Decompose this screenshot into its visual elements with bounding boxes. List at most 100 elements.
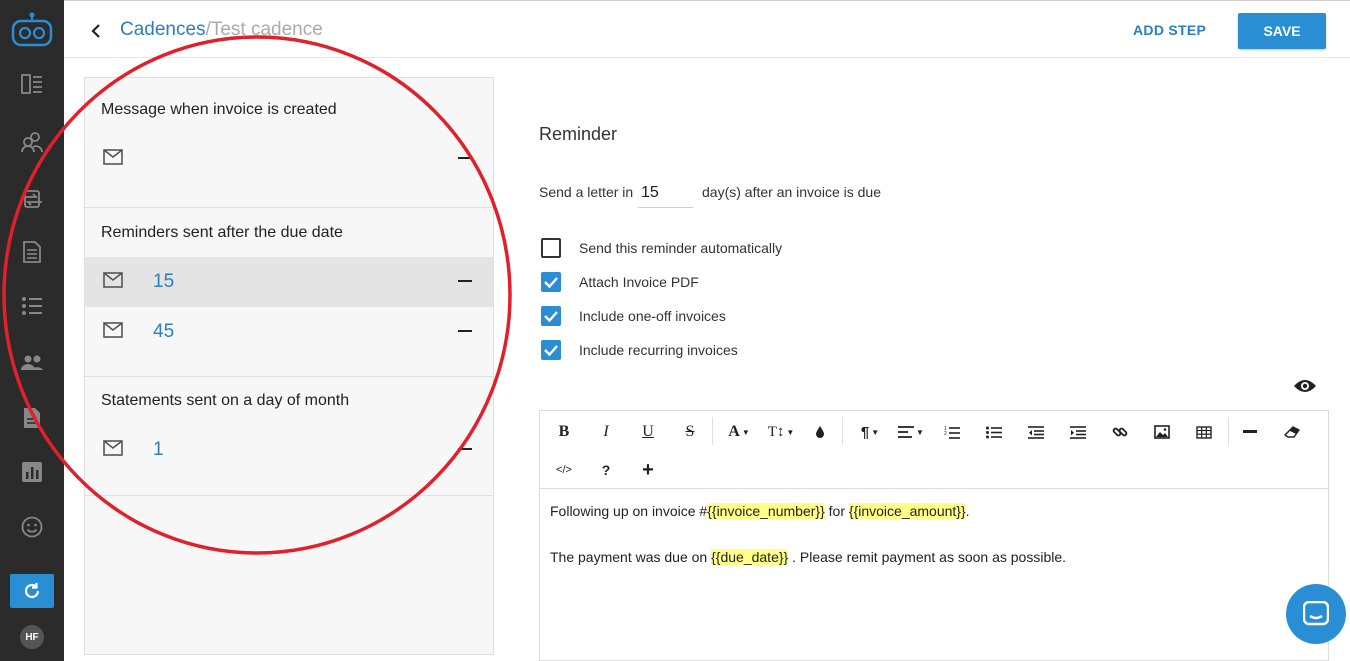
image-button[interactable] bbox=[1152, 421, 1172, 443]
save-button[interactable]: SAVE bbox=[1238, 13, 1326, 49]
droplet-icon bbox=[816, 426, 824, 438]
checkbox-unchecked[interactable] bbox=[541, 238, 561, 258]
breadcrumb: Cadences/Test cadence bbox=[120, 19, 323, 41]
help-button[interactable]: ? bbox=[596, 459, 616, 481]
refresh-icon bbox=[24, 583, 40, 599]
table-button[interactable] bbox=[1194, 421, 1214, 443]
check-icon bbox=[544, 277, 558, 289]
remove-step-icon[interactable] bbox=[458, 280, 472, 282]
link-icon bbox=[1112, 427, 1128, 437]
app: HF Cadences/Test cadence ADD STEP SAVE M… bbox=[0, 0, 1350, 661]
mail-icon bbox=[103, 272, 123, 288]
chat-support-button[interactable] bbox=[1286, 584, 1346, 644]
days-prefix-label: Send a letter in bbox=[539, 184, 634, 200]
option-label: Include recurring invoices bbox=[579, 342, 738, 358]
step-row[interactable]: 45 bbox=[85, 307, 493, 357]
days-suffix-label: day(s) after an invoice is due bbox=[702, 184, 881, 200]
dashboard-icon[interactable] bbox=[18, 70, 46, 98]
remove-step-icon[interactable] bbox=[458, 157, 472, 159]
checkbox-checked[interactable] bbox=[541, 272, 561, 292]
italic-button[interactable]: I bbox=[596, 421, 616, 443]
strikethrough-button[interactable]: S bbox=[680, 421, 700, 443]
message-line-2: The payment was due on {{due_date}} . Pl… bbox=[550, 547, 1066, 567]
image-icon bbox=[1154, 425, 1170, 439]
step-section-created: Message when invoice is created bbox=[85, 78, 493, 208]
text: . Please remit payment as soon as possib… bbox=[788, 549, 1067, 565]
text: for bbox=[824, 503, 849, 519]
invoices-icon[interactable] bbox=[18, 238, 46, 266]
variable-invoice-amount: {{invoice_amount}} bbox=[848, 503, 966, 519]
bullet-list-button[interactable] bbox=[984, 421, 1004, 443]
option-label: Include one-off invoices bbox=[579, 308, 726, 324]
section-title: Statements sent on a day of month bbox=[101, 392, 350, 409]
option-label: Send this reminder automatically bbox=[579, 240, 783, 256]
eraser-icon bbox=[1284, 426, 1300, 438]
outdent-button[interactable] bbox=[1026, 421, 1046, 443]
step-row[interactable] bbox=[85, 134, 493, 184]
outdent-icon bbox=[1028, 425, 1044, 439]
remove-step-icon[interactable] bbox=[458, 330, 472, 332]
days-input[interactable] bbox=[638, 178, 693, 208]
checkbox-checked[interactable] bbox=[541, 306, 561, 326]
code-view-button[interactable]: </> bbox=[554, 459, 574, 481]
horizontal-rule-button[interactable] bbox=[1240, 421, 1260, 443]
mail-icon bbox=[103, 149, 123, 165]
mail-icon bbox=[103, 440, 123, 456]
robot-logo-icon[interactable] bbox=[11, 12, 53, 48]
font-color-button[interactable]: A ▼ bbox=[724, 421, 754, 443]
step-row-selected[interactable]: 15 bbox=[85, 257, 493, 307]
step-section-statements: Statements sent on a day of month 1 bbox=[85, 377, 493, 496]
add-variable-button[interactable]: + bbox=[638, 459, 658, 481]
chevron-down-icon: ▼ bbox=[916, 427, 924, 437]
font-letter: A bbox=[728, 423, 740, 440]
step-section-after-due: Reminders sent after the due date 15 45 bbox=[85, 208, 493, 377]
text-size-glyph: T↕ bbox=[767, 423, 785, 440]
people-icon[interactable] bbox=[18, 349, 46, 377]
step-day: 45 bbox=[153, 321, 175, 342]
reports-icon[interactable] bbox=[18, 458, 46, 486]
check-icon bbox=[544, 311, 558, 323]
bullet-list-icon bbox=[986, 426, 1002, 438]
user-avatar[interactable]: HF bbox=[20, 625, 44, 649]
document-icon[interactable] bbox=[18, 404, 46, 432]
horizontal-rule-icon bbox=[1243, 430, 1257, 433]
editor-content[interactable]: Following up on invoice #{{invoice_numbe… bbox=[550, 501, 1066, 567]
customers-icon[interactable] bbox=[18, 128, 46, 156]
chevron-down-icon: ▼ bbox=[871, 427, 880, 437]
mail-icon bbox=[103, 322, 123, 338]
text-size-button[interactable]: T↕ ▼ bbox=[764, 421, 798, 443]
step-day: 15 bbox=[153, 271, 175, 292]
preview-eye-icon[interactable] bbox=[1293, 378, 1317, 394]
checkbox-checked[interactable] bbox=[541, 340, 561, 360]
cadence-steps-panel: Message when invoice is created Reminder… bbox=[84, 77, 494, 655]
top-bar: Cadences/Test cadence ADD STEP SAVE bbox=[64, 0, 1350, 58]
variable-due-date: {{due_date}} bbox=[711, 549, 789, 565]
table-icon bbox=[1196, 425, 1212, 439]
clear-format-button[interactable] bbox=[1282, 421, 1302, 443]
bold-button[interactable]: B bbox=[554, 421, 574, 443]
section-title: Reminders sent after the due date bbox=[101, 224, 343, 241]
add-step-button[interactable]: ADD STEP bbox=[1133, 22, 1206, 38]
link-button[interactable] bbox=[1110, 421, 1130, 443]
svg-text:2: 2 bbox=[944, 431, 947, 437]
message-editor: B I U S A ▼ T↕ ▼ ¶ ▼ ▼ 12 </> ? + Follow… bbox=[539, 410, 1329, 661]
chevron-down-icon: ▼ bbox=[741, 427, 750, 437]
sidebar: HF bbox=[0, 0, 64, 661]
variable-invoice-number: {{invoice_number}} bbox=[707, 503, 825, 519]
back-arrow-icon[interactable] bbox=[88, 21, 104, 41]
underline-button[interactable]: U bbox=[638, 421, 658, 443]
breadcrumb-cadences-link[interactable]: Cadences bbox=[120, 19, 206, 40]
list-icon[interactable] bbox=[18, 292, 46, 320]
ordered-list-button[interactable]: 12 bbox=[942, 421, 962, 443]
transactions-icon[interactable] bbox=[18, 185, 46, 213]
align-button[interactable]: ▼ bbox=[896, 421, 926, 443]
paragraph-button[interactable]: ¶ ▼ bbox=[854, 421, 886, 443]
step-row[interactable]: 1 bbox=[85, 425, 493, 475]
refresh-button[interactable] bbox=[10, 574, 54, 608]
editor-toolbar: B I U S A ▼ T↕ ▼ ¶ ▼ ▼ 12 </> ? + bbox=[540, 411, 1328, 489]
smiley-icon[interactable] bbox=[18, 513, 46, 541]
remove-step-icon[interactable] bbox=[458, 448, 472, 450]
highlight-color-button[interactable] bbox=[812, 421, 828, 443]
text: Following up on invoice # bbox=[550, 503, 708, 519]
indent-button[interactable] bbox=[1068, 421, 1088, 443]
